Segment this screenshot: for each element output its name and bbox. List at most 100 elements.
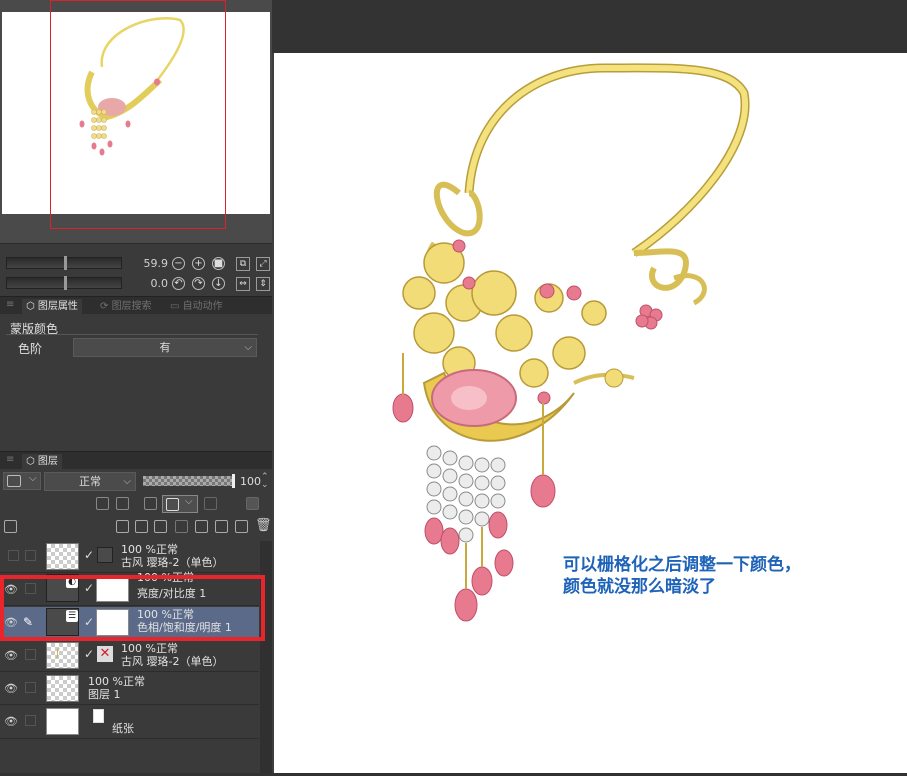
chevron-down-icon: ⌵ [123,476,131,487]
eye-icon[interactable]: 👁 [4,650,18,662]
layer-opacity-blend: 100 %正常 [121,543,178,556]
opacity-slider-knob[interactable] [232,474,235,488]
opacity-spinner-icon[interactable]: ⌃ ⌄ [261,473,269,490]
tab-layer-search-label: 图层搜索 [111,301,152,312]
tab-auto-action-label: 自动动作 [182,301,223,312]
zoom-reset-icon[interactable]: ■ [212,257,225,270]
auto-action-tab-icon: ▭ [170,301,183,312]
layer-panel-grip-icon[interactable]: ≡ [6,454,14,465]
lock-layer-icon[interactable] [144,497,157,510]
property-tabbar: ≡ ⬡ 图层属性 ⟳ 图层搜索 ▭ 自动动作 [0,296,272,315]
paper-thumbnail [46,708,79,735]
visibility-off-box[interactable] [8,550,19,561]
canvas-top-area [272,0,907,53]
actual-size-icon[interactable]: ⤢ [256,257,270,271]
chevron-down-icon: ⌵ [185,496,193,507]
navigator-controls: 59.9 − + ■ ⧉ ⤢ 0.0 ↶ ↷ ↓ ⇔ ⇕ [0,243,272,294]
layer-lock-box[interactable] [25,715,36,726]
palette-color-icon[interactable] [246,497,259,510]
opacity-value: 100 [240,475,261,488]
check-icon: ✓ [84,647,95,661]
layer-search-tab-icon: ⟳ [100,301,112,312]
layer-name: 纸张 [112,722,134,735]
layer-thumbnail [46,642,79,669]
draft-layer-icon[interactable] [116,497,129,510]
zoom-value: 59.9 [143,257,169,270]
clipping-icon [166,498,179,511]
zoom-out-icon[interactable]: − [172,257,185,270]
layer-row-paper[interactable]: 👁 纸张 [0,706,259,739]
tab-layer-property-label: 图层属性 [37,301,78,312]
tab-layer-search[interactable]: ⟳ 图层搜索 [96,299,156,315]
layer-panel-menu-icon[interactable] [4,520,17,533]
eye-icon[interactable]: 👁 [4,716,18,728]
tab-layer-property[interactable]: ⬡ 图层属性 [22,299,82,315]
level-dropdown[interactable]: 有 ⌵ [73,338,257,357]
navigator-viewport-frame[interactable] [50,0,226,229]
reference-layer-icon[interactable] [96,497,109,510]
annotation-line-1: 可以栅格化之后调整一下颜色， [563,555,801,575]
canvas-paper[interactable] [274,53,907,773]
transfer-down-icon[interactable] [175,520,188,533]
layer-name: 图层 1 [88,688,121,701]
layer-property-panel: 蒙版颜色 色阶 有 ⌵ [0,314,272,449]
layer-row[interactable]: 👁 ʃ ✓ ✕ 100 %正常 古风 璎珞-2（单色） [0,640,259,672]
level-dropdown-value: 有 [159,341,171,354]
panel-grip-icon[interactable]: ≡ [6,299,14,310]
layer-opacity-blend: 100 %正常 [121,642,178,655]
opacity-slider[interactable] [143,476,233,486]
layer-opacity-blend: 100 %正常 [88,675,145,688]
new-vector-layer-icon[interactable] [135,520,148,533]
layer-thumbnail [46,675,79,702]
layer-name: 古风 璎珞-2（单色） [121,655,224,668]
layer-thumbnail [46,543,79,570]
layer-lock-box[interactable] [25,682,36,693]
reset-rotation-icon[interactable]: ↓ [212,277,225,290]
zoom-slider-knob[interactable] [64,256,67,270]
layer-toolbar: ⌵ 正常 ⌵ 100 ⌃ ⌄ ⌵ 🗑 [0,469,272,541]
mask-link-icon[interactable] [204,497,217,510]
chevron-down-icon: ⌵ [244,342,252,353]
tab-layers[interactable]: ⬡ 图层 [22,454,62,470]
create-mask-icon[interactable] [215,520,228,533]
apply-mask-icon[interactable] [235,520,248,533]
layer-property-tab-icon: ⬡ [26,301,38,312]
blend-mode-dropdown[interactable]: 正常 ⌵ [44,472,136,491]
eye-icon[interactable]: 👁 [4,683,18,695]
rotate-left-icon[interactable]: ↶ [172,277,185,290]
layers-tab-icon: ⬡ [26,456,38,467]
merge-down-icon[interactable] [195,520,208,533]
layer-lock-box[interactable] [25,649,36,660]
layer-row[interactable]: 👁 100 %正常 图层 1 [0,673,259,705]
navigator-preview[interactable] [0,0,272,243]
layer-color-swatch-icon [7,475,21,487]
necklace-illustration [392,63,750,622]
paper-layer-icon [93,709,104,723]
layer-color-dropdown[interactable]: ⌵ [3,472,41,490]
necklace-mini-icon: ʃ [56,648,60,659]
flip-horizontal-icon[interactable]: ⇔ [236,277,250,291]
rotate-right-icon[interactable]: ↷ [192,277,205,290]
new-raster-layer-icon[interactable] [116,520,129,533]
check-icon: ✓ [84,548,95,562]
layer-panel-header: ≡ ⬡ 图层 [0,451,272,470]
layer-row[interactable]: ✓ 100 %正常 古风 璎珞-2（单色） [0,541,259,573]
section-divider [6,334,258,335]
layer-lock-box[interactable] [25,550,36,561]
chevron-down-icon: ⌵ [29,473,37,484]
level-label: 色阶 [18,342,43,356]
fit-to-window-icon[interactable]: ⧉ [236,257,250,271]
annotation-text: 可以栅格化之后调整一下颜色， 颜色就没那么暗淡了 [563,554,883,598]
flip-vertical-icon[interactable]: ⇕ [256,277,270,291]
new-folder-icon[interactable] [154,520,167,533]
layer-mask-thumbnail [97,547,113,563]
rotation-slider-knob[interactable] [64,276,67,290]
tab-layers-label: 图层 [37,456,58,467]
blend-mode-value: 正常 [79,475,101,488]
clip-lower-layer-button[interactable]: ⌵ [162,495,198,513]
highlight-annotation-box [0,575,265,641]
trash-icon[interactable]: 🗑 [255,518,272,533]
annotation-line-2: 颜色就没那么暗淡了 [563,577,716,597]
zoom-in-icon[interactable]: + [192,257,205,270]
tab-auto-action[interactable]: ▭ 自动动作 [166,299,227,315]
